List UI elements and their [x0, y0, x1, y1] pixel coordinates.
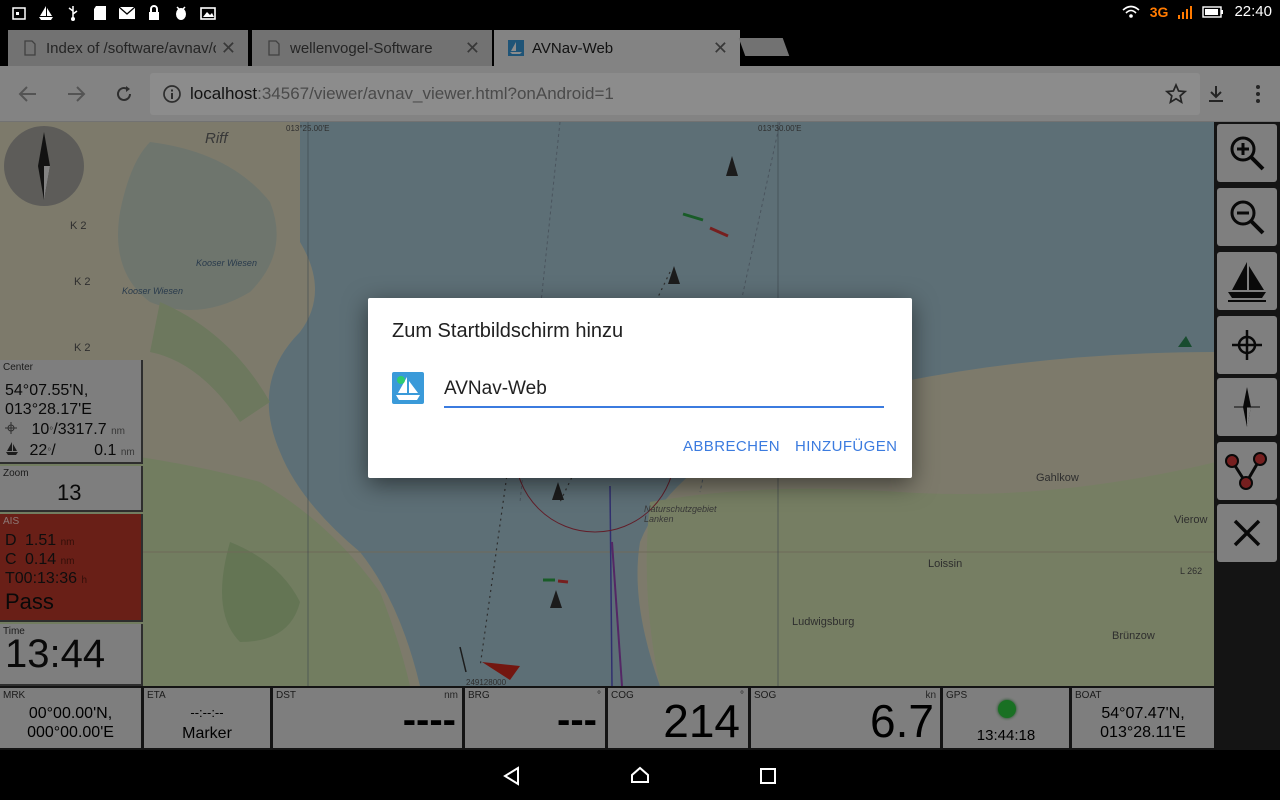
wifi-icon	[1122, 5, 1140, 18]
recents-icon	[760, 768, 776, 784]
home-nav-button[interactable]	[628, 764, 652, 788]
cancel-button[interactable]: ABBRECHEN	[683, 438, 780, 455]
screen: 3G 22:40 Index of /software/avnav/c ✕ we…	[0, 0, 1280, 800]
app-icon	[392, 372, 424, 404]
back-triangle-icon	[503, 766, 519, 786]
status-time: 22:40	[1234, 3, 1272, 20]
status-bar: 3G 22:40	[0, 0, 1280, 26]
usb-icon	[64, 4, 82, 22]
photo-icon	[199, 4, 217, 22]
calendar-icon	[10, 4, 28, 22]
back-nav-button[interactable]	[500, 764, 524, 788]
battery-icon	[1202, 5, 1224, 18]
android-nav-bar	[0, 750, 1280, 800]
dialog-title: Zum Startbildschirm hinzu	[392, 320, 624, 342]
sd-card-icon	[91, 4, 109, 22]
status-right: 3G 22:40	[1122, 3, 1272, 20]
android-debug-icon	[172, 4, 190, 22]
home-icon	[631, 766, 649, 783]
boat-icon	[37, 4, 55, 22]
add-button[interactable]: HINZUFÜGEN	[795, 438, 897, 455]
mail-icon	[118, 4, 136, 22]
status-icons	[10, 4, 217, 22]
lock-icon	[145, 4, 163, 22]
shortcut-name-input[interactable]: AVNav-Web	[444, 372, 884, 408]
recents-nav-button[interactable]	[756, 764, 780, 788]
network-type: 3G	[1149, 3, 1169, 20]
signal-icon	[1178, 5, 1193, 19]
add-to-homescreen-dialog: Zum Startbildschirm hinzu AVNav-Web ABBR…	[368, 298, 912, 478]
